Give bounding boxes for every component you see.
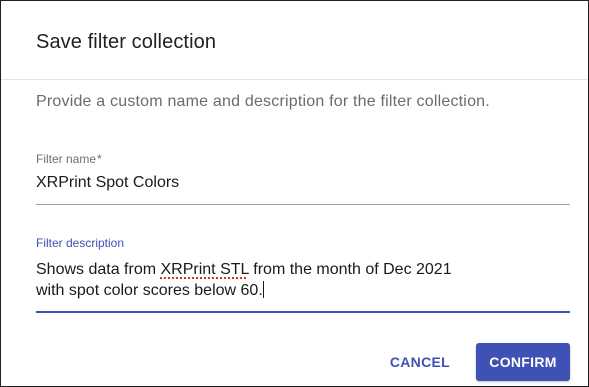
cancel-button[interactable]: CANCEL — [374, 343, 466, 381]
filter-name-label: Filter name* — [36, 152, 102, 166]
filter-name-field: Filter name* — [36, 152, 570, 205]
description-text-part: Shows data from — [36, 261, 161, 278]
text-caret — [262, 281, 264, 298]
save-filter-dialog: Save filter collection Provide a custom … — [0, 0, 589, 387]
dialog-description: Provide a custom name and description fo… — [36, 93, 490, 110]
misspelled-word: XRPrint STL — [160, 261, 249, 278]
description-text-part: from the month of Dec 2021 — [248, 261, 452, 278]
filter-description-field: Filter description Shows data from XRPri… — [36, 236, 570, 313]
dialog-actions: CANCEL CONFIRM — [374, 343, 570, 381]
filter-description-label: Filter description — [36, 236, 125, 250]
filter-name-input[interactable] — [36, 174, 570, 192]
confirm-button[interactable]: CONFIRM — [476, 343, 570, 381]
description-text-line2: with spot color scores below 60. — [36, 282, 263, 299]
dialog-title: Save filter collection — [36, 31, 217, 53]
title-divider — [1, 79, 588, 80]
filter-name-label-text: Filter name — [36, 152, 97, 166]
required-mark: * — [97, 152, 102, 166]
filter-description-textarea[interactable]: Shows data from XRPrint STL from the mon… — [36, 259, 570, 301]
